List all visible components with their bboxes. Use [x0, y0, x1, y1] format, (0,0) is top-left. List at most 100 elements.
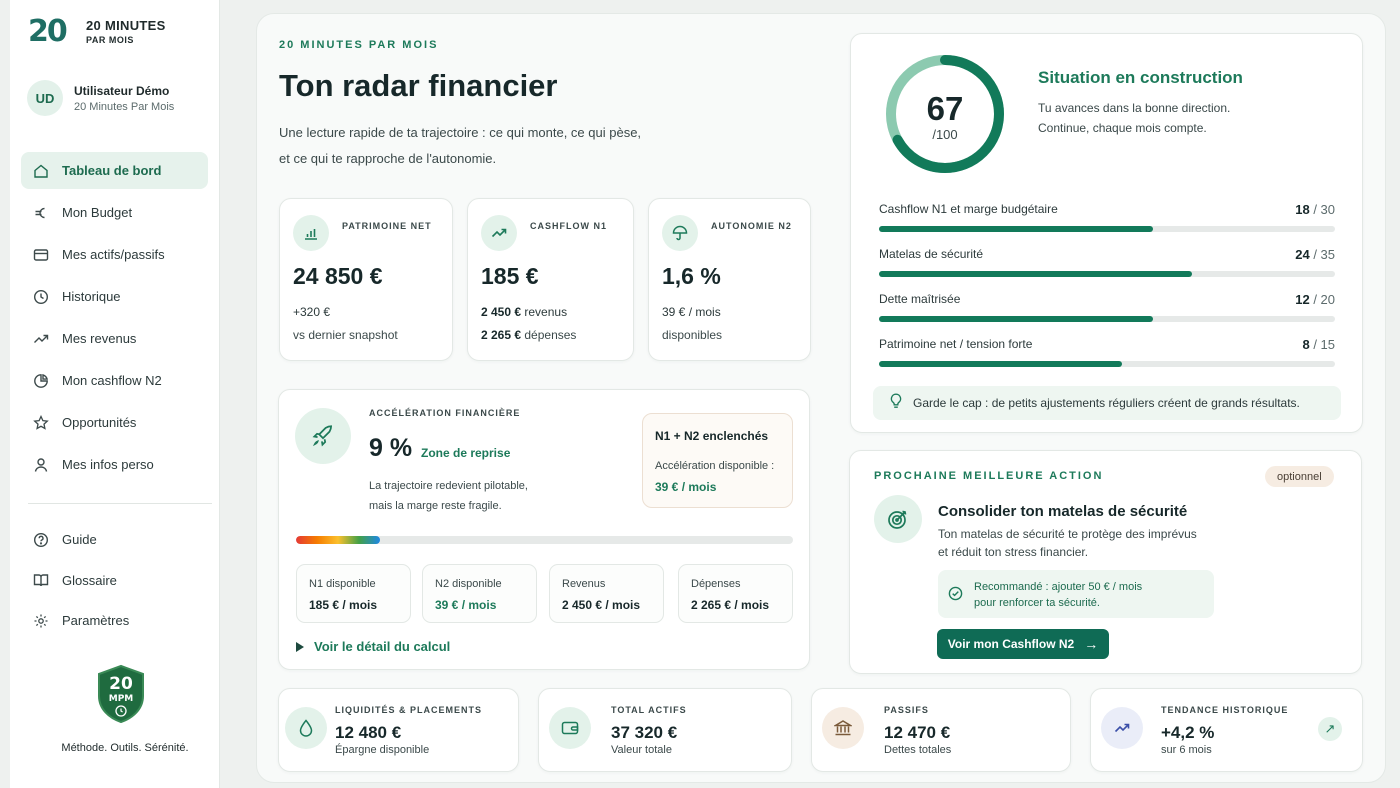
sidebar-item-budget[interactable]: Mon Budget [21, 194, 208, 231]
stat-label: TOTAL ACTIFS [611, 705, 687, 715]
brand-logo[interactable]: 20 20 MINUTES PAR MOIS [28, 14, 166, 49]
sidebar-item-label: Mes infos perso [62, 457, 154, 472]
clock-icon [33, 289, 49, 305]
sidebar-item-dashboard[interactable]: Tableau de bord [21, 152, 208, 189]
sidebar-item-history[interactable]: Historique [21, 278, 208, 315]
score-row-fill [879, 271, 1192, 277]
mini-stat-value: 2 450 € / mois [562, 598, 641, 612]
expense-amount: 2 265 € [481, 328, 522, 342]
score-row-value: 12 / 20 [1295, 292, 1335, 307]
kpi-caption: vs dernier snapshot [293, 328, 398, 342]
recommendation-line: Recommandé : ajouter 50 € / mois [974, 581, 1143, 593]
external-link-icon[interactable]: ↗ [1318, 717, 1342, 741]
user-icon [33, 457, 49, 473]
stat-label: PASSIFS [884, 705, 929, 715]
bar-chart-icon [293, 215, 329, 251]
sidebar-item-label: Tableau de bord [62, 163, 162, 178]
view-cashflow-n2-button[interactable]: Voir mon Cashflow N2 → [937, 629, 1109, 659]
stat-card-liquidites: LIQUIDITÉS & PLACEMENTS 12 480 € Épargne… [278, 688, 519, 772]
badge-text: MPM [109, 694, 134, 704]
status-title: N1 + N2 enclenchés [655, 429, 769, 443]
stat-caption: sur 6 mois [1161, 744, 1212, 756]
situation-title: Situation en construction [1038, 68, 1243, 87]
acceleration-progress-fill [296, 536, 381, 544]
sidebar-item-glossary[interactable]: Glossaire [21, 562, 208, 599]
description-line: Tu avances dans la bonne direction. [1038, 101, 1231, 115]
score-row-score: 18 [1295, 202, 1310, 217]
calculation-detail-toggle[interactable]: Voir le détail du calcul [296, 639, 450, 654]
kpi-card-cashflow: CASHFLOW N1 185 € 2 450 € revenus 2 265 … [467, 198, 634, 361]
sidebar-item-guide[interactable]: Guide [21, 521, 208, 558]
score-row-score: 8 [1302, 337, 1310, 352]
stat-caption: Épargne disponible [335, 744, 430, 756]
kpi-card-patrimoine: PATRIMOINE NET 24 850 € +320 € vs dernie… [279, 198, 453, 361]
main-nav: Tableau de bord Mon Budget Mes actifs/pa… [21, 152, 208, 488]
sidebar-item-income[interactable]: Mes revenus [21, 320, 208, 357]
button-label: Voir mon Cashflow N2 [947, 637, 1075, 651]
status-value: 39 € / mois [655, 480, 717, 494]
book-icon [33, 572, 49, 588]
sidebar-item-settings[interactable]: Paramètres [21, 602, 208, 639]
kpi-delta: +320 € [293, 305, 331, 319]
score-row-label: Cashflow N1 et marge budgétaire [879, 202, 1058, 216]
kpi-value: 24 850 € [293, 263, 383, 289]
description-line: Continue, chaque mois compte. [1038, 121, 1207, 135]
user-name: Utilisateur Démo [74, 83, 170, 98]
star-icon [33, 414, 49, 431]
stat-caption: Valeur totale [611, 744, 672, 756]
sidebar-item-opportunities[interactable]: Opportunités [21, 404, 208, 441]
drop-icon [285, 707, 327, 749]
acceleration-progress-bar [296, 536, 793, 544]
sidebar-item-personal-info[interactable]: Mes infos perso [21, 446, 208, 483]
shield-badge-icon: 20 MPM [98, 664, 144, 724]
stat-value: 12 470 € [884, 723, 951, 742]
score-row-score: 24 [1295, 247, 1310, 262]
lightbulb-icon [889, 392, 903, 414]
acceleration-description: La trajectoire redevient pilotable, mais… [369, 476, 569, 516]
score-row-value: 24 / 35 [1295, 247, 1335, 262]
mini-stat-value: 2 265 € / mois [691, 598, 770, 612]
stat-value: 37 320 € [611, 723, 678, 742]
brand-badge: 20 MPM [96, 664, 146, 729]
stat-card-actifs: TOTAL ACTIFS 37 320 € Valeur totale [538, 688, 792, 772]
target-icon [874, 495, 922, 543]
sidebar-item-cashflow-n2[interactable]: Mon cashflow N2 [21, 362, 208, 399]
optional-badge: optionnel [1265, 466, 1334, 487]
kpi-value: 1,6 % [662, 263, 721, 289]
score-row-max: / 30 [1309, 202, 1335, 217]
sidebar-item-label: Mes revenus [62, 331, 137, 346]
description-line: et réduit ton stress financier. [938, 545, 1089, 559]
sidebar-item-label: Opportunités [62, 415, 137, 430]
score-card: 67 /100 Situation en construction Tu ava… [850, 33, 1363, 433]
sidebar-item-label: Paramètres [62, 613, 130, 628]
score-row-fill [879, 226, 1153, 232]
score-row-track [879, 361, 1335, 367]
mini-stat-label: Revenus [562, 578, 606, 590]
description-line: Ton matelas de sécurité te protège des i… [938, 527, 1197, 541]
tip-banner: Garde le cap : de petits ajustements rég… [873, 386, 1341, 420]
brand-subtitle: PAR MOIS [86, 35, 134, 45]
trend-up-icon [1101, 707, 1143, 749]
bank-icon [822, 707, 864, 749]
acceleration-zone: Zone de reprise [421, 446, 511, 460]
revenue-amount: 2 450 € [481, 305, 522, 319]
sidebar-item-assets[interactable]: Mes actifs/passifs [21, 236, 208, 273]
umbrella-icon [662, 215, 698, 251]
kpi-card-autonomie: AUTONOMIE N2 1,6 % 39 € / mois disponibl… [648, 198, 811, 361]
score-row-label: Dette maîtrisée [879, 292, 961, 306]
description-line: et ce qui te rapproche de l'autonomie. [279, 151, 497, 166]
user-profile[interactable]: UD Utilisateur Démo 20 Minutes Par Mois [27, 80, 174, 116]
score-row-value: 18 / 30 [1295, 202, 1335, 217]
revenue-label: revenus [521, 305, 568, 319]
score-denominator: /100 [932, 127, 958, 142]
tip-text: Garde le cap : de petits ajustements rég… [913, 396, 1300, 410]
score-row-max: / 20 [1309, 292, 1335, 307]
mini-stat-revenus: Revenus 2 450 € / mois [549, 564, 664, 623]
mini-stat-n1: N1 disponible 185 € / mois [296, 564, 411, 623]
stat-card-passifs: PASSIFS 12 470 € Dettes totales [811, 688, 1071, 772]
secondary-nav: Guide Glossaire Paramètres [21, 521, 208, 643]
score-row-track [879, 271, 1335, 277]
trend-up-icon [33, 331, 49, 347]
calculation-detail-label: Voir le détail du calcul [314, 639, 451, 654]
sidebar-item-label: Historique [62, 289, 121, 304]
